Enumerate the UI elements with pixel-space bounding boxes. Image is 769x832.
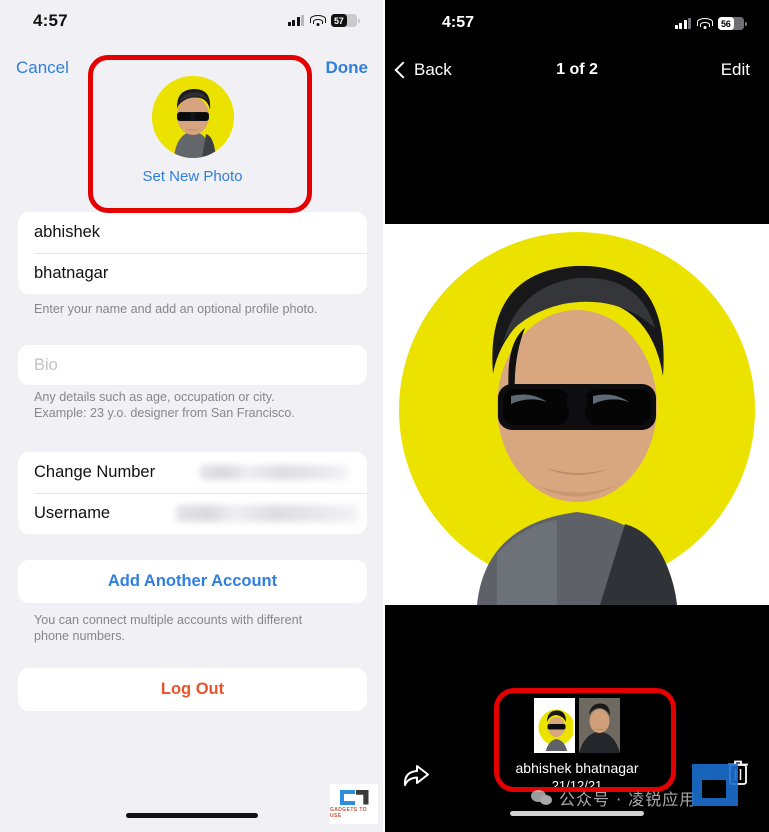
gtu-logo-icon xyxy=(339,789,369,805)
avatar-image xyxy=(151,76,234,158)
screenshot-root: 4:57 57 Cancel Done Set New Photo abhish… xyxy=(0,0,769,832)
gadgets-to-use-watermark: GADGETS TO USE xyxy=(330,784,378,824)
battery-level: 57 xyxy=(334,15,344,26)
status-time: 4:57 xyxy=(33,11,68,30)
thumbnail-avatar-image xyxy=(536,700,573,751)
battery-level: 56 xyxy=(721,18,731,29)
username-row[interactable]: Username xyxy=(18,493,367,534)
change-number-value-redacted xyxy=(200,465,348,480)
bio-field[interactable]: Bio xyxy=(18,345,367,385)
username-value-redacted xyxy=(176,505,358,522)
telegram-profile-edit-panel: 4:57 57 Cancel Done Set New Photo abhish… xyxy=(0,0,385,832)
cellular-bars-icon xyxy=(674,18,691,29)
log-out-button[interactable]: Log Out xyxy=(18,668,367,711)
set-new-photo-button[interactable]: Set New Photo xyxy=(0,168,383,185)
username-label: Username xyxy=(34,504,111,522)
bio-card: Bio xyxy=(18,345,367,385)
battery-icon: 57 xyxy=(331,14,360,27)
status-time: 4:57 xyxy=(442,14,475,31)
first-name-field[interactable]: abhishek xyxy=(18,212,367,253)
add-another-account-button[interactable]: Add Another Account xyxy=(18,560,367,603)
profile-photo-large xyxy=(385,224,769,605)
right-navbar: Back 1 of 2 Edit xyxy=(385,60,769,94)
add-account-card: Add Another Account xyxy=(18,560,367,603)
home-indicator xyxy=(510,811,644,816)
wechat-watermark: 公众号 · 凌锐应用 xyxy=(531,786,696,810)
profile-avatar[interactable] xyxy=(151,76,234,158)
wechat-icon xyxy=(531,789,553,807)
status-indicators: 57 xyxy=(287,14,360,27)
bio-placeholder: Bio xyxy=(34,355,58,374)
bio-helper-line2: Example: 23 y.o. designer from San Franc… xyxy=(34,406,295,420)
cancel-button[interactable]: Cancel xyxy=(16,58,69,78)
battery-icon: 56 xyxy=(718,17,747,30)
home-indicator xyxy=(125,813,258,818)
photo-counter: 1 of 2 xyxy=(556,61,598,78)
status-indicators: 56 xyxy=(674,17,747,30)
thumbnail-list xyxy=(385,698,769,753)
avatar-block: Set New Photo xyxy=(0,76,383,185)
add-account-helper-line2: phone numbers. xyxy=(34,629,126,643)
first-name-value: abhishek xyxy=(34,223,101,241)
account-card: Change Number Username xyxy=(18,452,367,534)
thumbnail-photo-image xyxy=(579,698,620,753)
last-name-value: bhatnagar xyxy=(34,264,109,282)
add-account-helper-line1: You can connect multiple accounts with d… xyxy=(34,613,303,627)
wifi-icon xyxy=(696,18,713,29)
name-helper-text: Enter your name and add an optional prof… xyxy=(34,302,318,316)
wifi-icon xyxy=(309,15,326,26)
gtu-logo-text: GADGETS TO USE xyxy=(330,806,367,819)
done-button[interactable]: Done xyxy=(326,58,369,78)
edit-button[interactable]: Edit xyxy=(721,60,750,80)
cellular-bars-icon xyxy=(287,15,304,26)
change-number-row[interactable]: Change Number xyxy=(18,452,367,493)
photo-viewer-panel: 4:57 56 Back 1 of 2 Edit abhishek bhatna… xyxy=(385,0,769,832)
lingrui-logo-watermark xyxy=(692,764,744,816)
thumbnail-item[interactable] xyxy=(534,698,575,753)
name-fields-card: abhishek bhatnagar xyxy=(18,212,367,294)
change-number-label: Change Number xyxy=(34,463,156,481)
left-status-bar: 4:57 57 xyxy=(0,0,383,44)
thumbnail-item[interactable] xyxy=(579,698,620,753)
logout-card: Log Out xyxy=(18,668,367,711)
bio-helper-line1: Any details such as age, occupation or c… xyxy=(34,390,275,404)
wechat-watermark-text: 公众号 · 凌锐应用 xyxy=(559,790,697,809)
photo-stage[interactable] xyxy=(385,224,769,605)
last-name-field[interactable]: bhatnagar xyxy=(18,253,367,294)
